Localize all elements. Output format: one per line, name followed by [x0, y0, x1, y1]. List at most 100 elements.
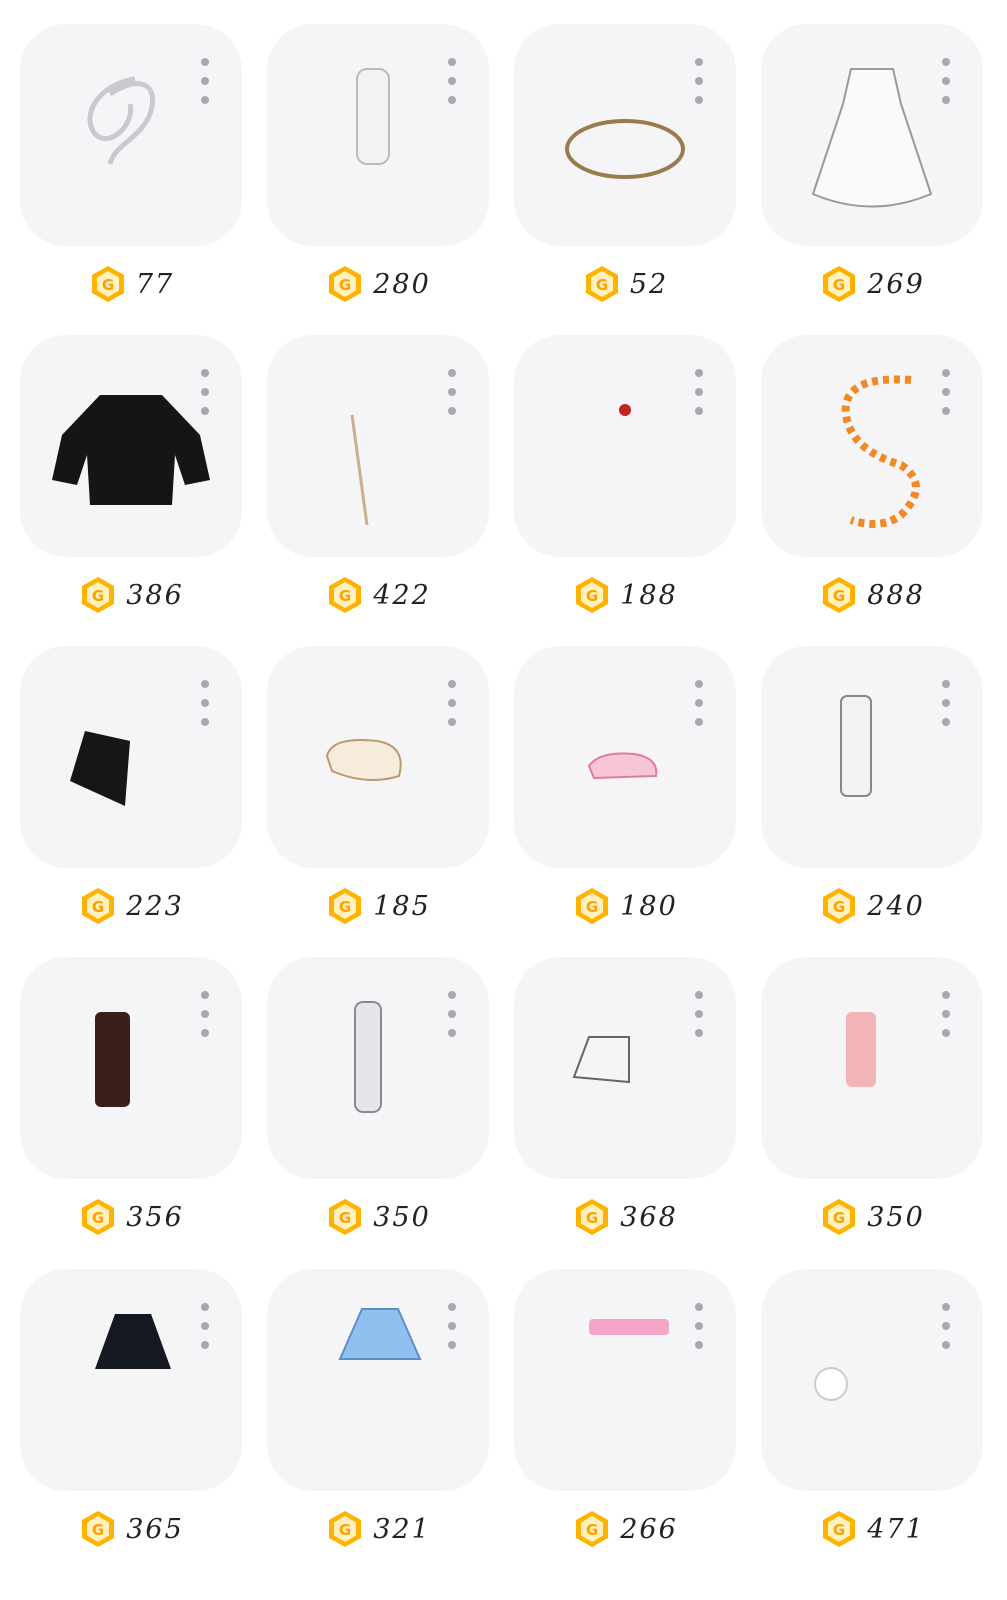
price-value: 386: [126, 579, 184, 611]
coin-icon: G: [78, 1197, 118, 1237]
dot: [448, 77, 456, 85]
dot: [695, 96, 703, 104]
price-value: 280: [373, 268, 431, 300]
item-card[interactable]: [761, 957, 983, 1179]
item-card[interactable]: [761, 24, 983, 246]
coin-icon: G: [78, 575, 118, 615]
item-card[interactable]: [20, 646, 242, 868]
dot: [695, 407, 703, 415]
price-value: 350: [373, 1201, 431, 1233]
svg-text:G: G: [833, 276, 845, 294]
dot: [695, 369, 703, 377]
more-vertical-icon[interactable]: [445, 680, 459, 726]
item-cell: G 368: [514, 957, 736, 1257]
dot: [448, 1322, 456, 1330]
more-vertical-icon[interactable]: [939, 58, 953, 104]
dot: [448, 1303, 456, 1311]
price-value: 266: [620, 1513, 678, 1545]
item-card[interactable]: [267, 646, 489, 868]
item-card[interactable]: [761, 646, 983, 868]
coin-icon: G: [572, 575, 612, 615]
item-card[interactable]: [267, 24, 489, 246]
more-vertical-icon[interactable]: [939, 1303, 953, 1349]
svg-text:G: G: [339, 587, 351, 605]
more-vertical-icon[interactable]: [198, 680, 212, 726]
price-row: G 223: [20, 886, 242, 926]
item-card[interactable]: [514, 646, 736, 868]
dot: [942, 407, 950, 415]
dot: [448, 1341, 456, 1349]
more-vertical-icon[interactable]: [445, 1303, 459, 1349]
item-card[interactable]: [761, 335, 983, 557]
price-value: 180: [620, 890, 678, 922]
more-vertical-icon[interactable]: [692, 369, 706, 415]
more-vertical-icon[interactable]: [198, 991, 212, 1037]
sandals-thumbnail: [325, 739, 402, 781]
dot: [695, 991, 703, 999]
dot: [201, 369, 209, 377]
more-vertical-icon[interactable]: [445, 369, 459, 415]
item-card[interactable]: [267, 335, 489, 557]
more-vertical-icon[interactable]: [939, 369, 953, 415]
more-vertical-icon[interactable]: [692, 991, 706, 1037]
item-card[interactable]: [514, 1269, 736, 1491]
item-cell: G 269: [761, 24, 983, 324]
price-value: 188: [620, 579, 678, 611]
item-cell: G 350: [761, 957, 983, 1257]
item-card[interactable]: [514, 24, 736, 246]
item-card[interactable]: [20, 957, 242, 1179]
item-cell: G 888: [761, 335, 983, 635]
more-vertical-icon[interactable]: [198, 1303, 212, 1349]
more-vertical-icon[interactable]: [939, 680, 953, 726]
price-row: G 350: [267, 1197, 489, 1237]
price-row: G 185: [267, 886, 489, 926]
item-card[interactable]: [267, 957, 489, 1179]
price-value: 356: [126, 1201, 184, 1233]
dot: [448, 96, 456, 104]
more-vertical-icon[interactable]: [692, 680, 706, 726]
dot: [942, 388, 950, 396]
dot: [448, 699, 456, 707]
blueskirt-thumbnail: [338, 1308, 422, 1360]
ears-thumbnail: [70, 731, 130, 806]
coin-icon: G: [325, 575, 365, 615]
sneakers-thumbnail: [572, 1036, 630, 1084]
dot: [448, 407, 456, 415]
hairpin2-thumbnail: [350, 414, 369, 526]
svg-text:G: G: [586, 587, 598, 605]
item-card[interactable]: [267, 1269, 489, 1491]
more-vertical-icon[interactable]: [939, 991, 953, 1037]
dot: [942, 1303, 950, 1311]
more-vertical-icon[interactable]: [198, 369, 212, 415]
more-vertical-icon[interactable]: [692, 58, 706, 104]
svg-text:G: G: [586, 1521, 598, 1539]
dot: [201, 96, 209, 104]
item-card[interactable]: [514, 335, 736, 557]
item-cell: G 422: [267, 335, 489, 635]
price-row: G 471: [761, 1509, 983, 1549]
item-card[interactable]: [20, 335, 242, 557]
dot: [201, 1322, 209, 1330]
coin-icon: G: [325, 886, 365, 926]
maryjanes-thumbnail: [587, 752, 658, 780]
item-cell: G 280: [267, 24, 489, 324]
item-cell: G 356: [20, 957, 242, 1257]
more-vertical-icon[interactable]: [445, 58, 459, 104]
item-cell: G 350: [267, 957, 489, 1257]
dot: [448, 991, 456, 999]
item-card[interactable]: [20, 24, 242, 246]
price-row: G 356: [20, 1197, 242, 1237]
more-vertical-icon[interactable]: [692, 1303, 706, 1349]
item-card[interactable]: [514, 957, 736, 1179]
coin-icon: G: [88, 264, 128, 304]
svg-text:G: G: [339, 1521, 351, 1539]
crown-thumbnail: [565, 119, 685, 179]
item-card[interactable]: [20, 1269, 242, 1491]
price-row: G 888: [761, 575, 983, 615]
more-vertical-icon[interactable]: [445, 991, 459, 1037]
item-card[interactable]: [761, 1269, 983, 1491]
more-vertical-icon[interactable]: [198, 58, 212, 104]
dot: [942, 58, 950, 66]
svg-text:G: G: [92, 898, 104, 916]
boots-thumbnail: [840, 695, 872, 797]
